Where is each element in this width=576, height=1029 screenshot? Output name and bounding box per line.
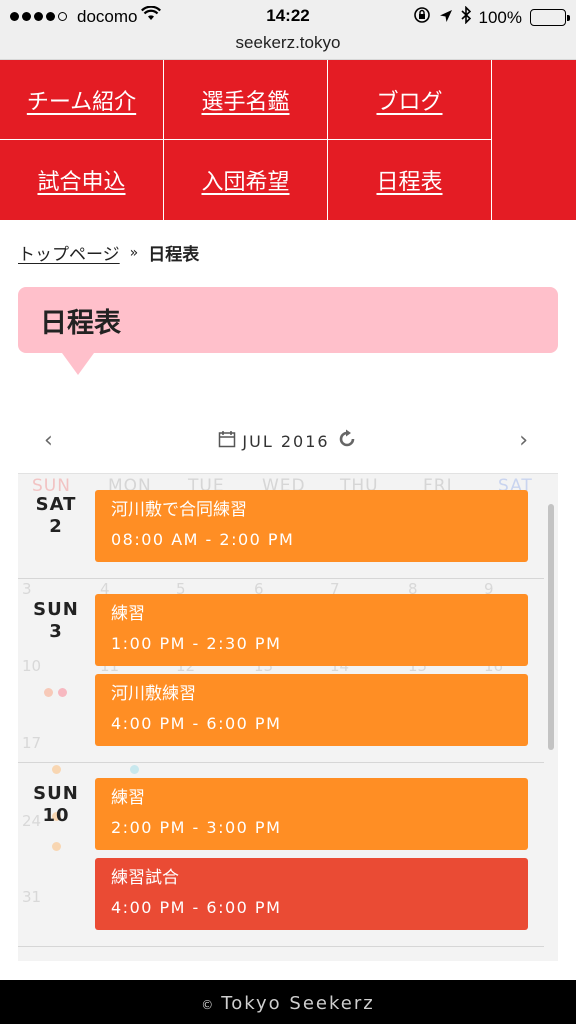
nav-item-schedule[interactable]: 日程表 (328, 140, 492, 220)
nav-item-match-request[interactable]: 試合申込 (0, 140, 164, 220)
bg-date: 10 (22, 657, 42, 675)
breadcrumb: トップページ » 日程表 (18, 240, 200, 266)
battery-percent: 100% (478, 7, 522, 27)
bg-date: 17 (22, 734, 42, 752)
calendar-month: JUL 2016 (18, 428, 558, 454)
event-card[interactable]: 練習 1:00 PM - 2:30 PM (95, 594, 528, 666)
status-right: 100% (413, 5, 570, 29)
nav-link-players[interactable]: 選手名鑑 (201, 84, 289, 116)
event-title: 練習 (111, 604, 145, 624)
nav-link-schedule[interactable]: 日程表 (376, 164, 442, 196)
day-date: 3 (49, 621, 63, 642)
breadcrumb-current: 日程表 (148, 245, 200, 265)
event-dot (58, 688, 67, 697)
rotation-lock-icon (413, 6, 431, 29)
calendar-panel: SUN MON TUE WED THU FRI SAT 3 4 5 6 7 8 … (18, 473, 558, 961)
event-title: 練習 (111, 788, 145, 808)
nav-link-blog[interactable]: ブログ (376, 84, 442, 116)
bg-date: 3 (22, 580, 32, 598)
location-arrow-icon (439, 8, 453, 28)
nav-item-team[interactable]: チーム紹介 (0, 60, 164, 140)
next-month-button[interactable]: › (519, 428, 528, 453)
event-time: 1:00 PM - 2:30 PM (111, 634, 282, 653)
footer: © Tokyo Seekerz (0, 980, 576, 1024)
event-card-match[interactable]: 練習試合 4:00 PM - 6:00 PM (95, 858, 528, 930)
event-dot (130, 765, 139, 774)
day-weekday: SAT (35, 494, 77, 515)
page-title-box: 日程表 (18, 287, 558, 353)
breadcrumb-home-link[interactable]: トップページ (18, 240, 120, 265)
day-label-sun-3: SUN 3 (28, 599, 84, 643)
event-title: 河川敷練習 (111, 684, 196, 704)
weekday-sun: SUN (32, 476, 71, 496)
nav-item-blog[interactable]: ブログ (328, 60, 492, 140)
status-bar: docomo 14:22 100% (0, 0, 576, 32)
event-time: 4:00 PM - 6:00 PM (111, 898, 282, 917)
event-title: 河川敷で合同練習 (111, 500, 247, 520)
nav-link-match-request[interactable]: 試合申込 (37, 164, 125, 196)
page-title: 日程表 (40, 308, 121, 339)
event-title: 練習試合 (111, 868, 179, 888)
calendar-month-label: JUL 2016 (242, 431, 330, 451)
event-dot (44, 688, 53, 697)
event-dot (52, 842, 61, 851)
day-date: 10 (42, 805, 70, 826)
nav-link-join[interactable]: 入団希望 (201, 164, 289, 196)
event-card[interactable]: 練習 2:00 PM - 3:00 PM (95, 778, 528, 850)
day-weekday: SUN (33, 599, 79, 620)
event-time: 08:00 AM - 2:00 PM (111, 530, 295, 549)
day-divider (18, 946, 544, 947)
calendar-header: ‹ JUL 2016 › (18, 420, 558, 460)
day-divider (18, 578, 544, 579)
main-nav: チーム紹介 選手名鑑 ブログ 試合申込 入団希望 日程表 (0, 60, 576, 220)
event-card[interactable]: 河川敷練習 4:00 PM - 6:00 PM (95, 674, 528, 746)
battery-icon (530, 9, 570, 26)
copyright-symbol: © (201, 998, 216, 1012)
footer-text: Tokyo Seekerz (221, 993, 375, 1014)
bluetooth-icon (460, 5, 471, 29)
nav-link-team[interactable]: チーム紹介 (27, 84, 136, 116)
calendar-icon (218, 430, 236, 452)
nav-item-join[interactable]: 入団希望 (164, 140, 328, 220)
refresh-icon[interactable] (336, 428, 358, 454)
day-label-sat-2: SAT 2 (28, 494, 84, 538)
nav-item-players[interactable]: 選手名鑑 (164, 60, 328, 140)
breadcrumb-separator: » (129, 244, 139, 261)
day-divider (18, 762, 544, 763)
nav-empty-cell (492, 60, 576, 140)
event-time: 2:00 PM - 3:00 PM (111, 818, 282, 837)
url-text: seekerz.tokyo (235, 33, 341, 52)
event-card[interactable]: 河川敷で合同練習 08:00 AM - 2:00 PM (95, 490, 528, 562)
day-weekday: SUN (33, 783, 79, 804)
bg-date: 31 (22, 888, 42, 906)
day-label-sun-10: SUN 10 (28, 783, 84, 827)
day-date: 2 (49, 516, 63, 537)
event-dot (52, 765, 61, 774)
title-balloon-tail (62, 353, 94, 375)
event-time: 4:00 PM - 6:00 PM (111, 714, 282, 733)
url-bar[interactable]: seekerz.tokyo (0, 32, 576, 60)
calendar-scrollbar[interactable] (548, 504, 554, 750)
